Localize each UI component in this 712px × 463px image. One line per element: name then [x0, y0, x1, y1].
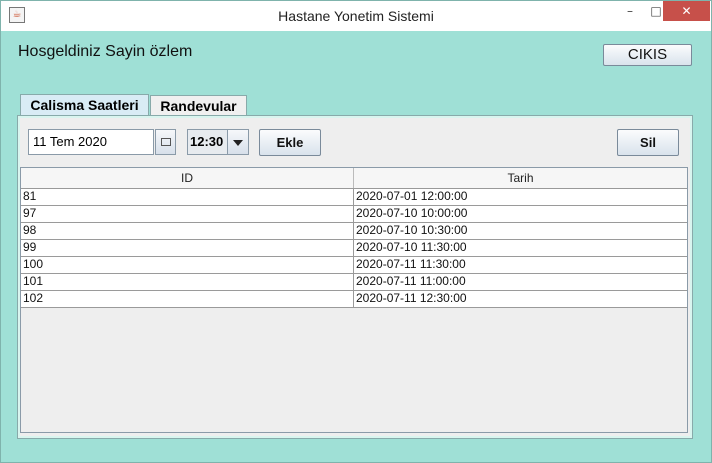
cell-id: 99	[21, 240, 354, 256]
cell-tarih: 2020-07-11 11:30:00	[356, 257, 466, 271]
cell-tarih: 2020-07-10 10:30:00	[356, 223, 468, 237]
window-title: Hastane Yonetim Sistemi	[278, 8, 434, 24]
schedule-table: ID Tarih 81 2020-07-01 12:00:00 97 2020-…	[20, 167, 688, 433]
table-row[interactable]: 99 2020-07-10 11:30:00	[21, 240, 687, 257]
time-select[interactable]: 12:30	[187, 129, 249, 155]
cell-id: 101	[21, 274, 354, 290]
close-button[interactable]: ✕	[663, 1, 710, 21]
chevron-down-icon	[233, 140, 243, 146]
time-dropdown-button[interactable]	[227, 130, 248, 154]
table-body: 81 2020-07-01 12:00:00 97 2020-07-10 10:…	[21, 189, 687, 308]
column-header-tarih[interactable]: Tarih	[354, 168, 687, 188]
time-select-value: 12:30	[190, 134, 224, 149]
app-window: ☕ Hastane Yonetim Sistemi – □ ✕ Hosgeldi…	[0, 0, 712, 463]
tab-randevular[interactable]: Randevular	[150, 95, 247, 116]
title-bar[interactable]: ☕ Hastane Yonetim Sistemi – □ ✕	[1, 1, 711, 31]
table-header: ID Tarih	[21, 168, 687, 189]
calendar-button[interactable]	[155, 129, 176, 155]
calendar-icon	[161, 138, 171, 146]
cell-id: 98	[21, 223, 354, 239]
welcome-label: Hosgeldiniz Sayin özlem	[18, 43, 193, 60]
date-field[interactable]: 11 Tem 2020	[28, 129, 154, 155]
cell-id: 97	[21, 206, 354, 222]
exit-button[interactable]: CIKIS	[603, 44, 692, 66]
table-row[interactable]: 101 2020-07-11 11:00:00	[21, 274, 687, 291]
cell-tarih: 2020-07-11 12:30:00	[356, 291, 467, 305]
cell-id: 100	[21, 257, 354, 273]
delete-button[interactable]: Sil	[617, 129, 679, 156]
cell-id: 81	[21, 189, 354, 205]
cell-tarih: 2020-07-10 10:00:00	[356, 206, 468, 220]
table-row[interactable]: 81 2020-07-01 12:00:00	[21, 189, 687, 206]
cell-id: 102	[21, 291, 354, 307]
table-row[interactable]: 102 2020-07-11 12:30:00	[21, 291, 687, 308]
add-button[interactable]: Ekle	[259, 129, 321, 156]
tab-calisma-saatleri[interactable]: Calisma Saatleri	[20, 94, 149, 115]
cell-tarih: 2020-07-11 11:00:00	[356, 274, 466, 288]
table-row[interactable]: 100 2020-07-11 11:30:00	[21, 257, 687, 274]
cell-tarih: 2020-07-10 11:30:00	[356, 240, 467, 254]
cell-tarih: 2020-07-01 12:00:00	[356, 189, 468, 203]
table-row[interactable]: 97 2020-07-10 10:00:00	[21, 206, 687, 223]
minimize-button[interactable]: –	[617, 1, 643, 21]
table-row[interactable]: 98 2020-07-10 10:30:00	[21, 223, 687, 240]
column-header-id[interactable]: ID	[21, 168, 354, 188]
